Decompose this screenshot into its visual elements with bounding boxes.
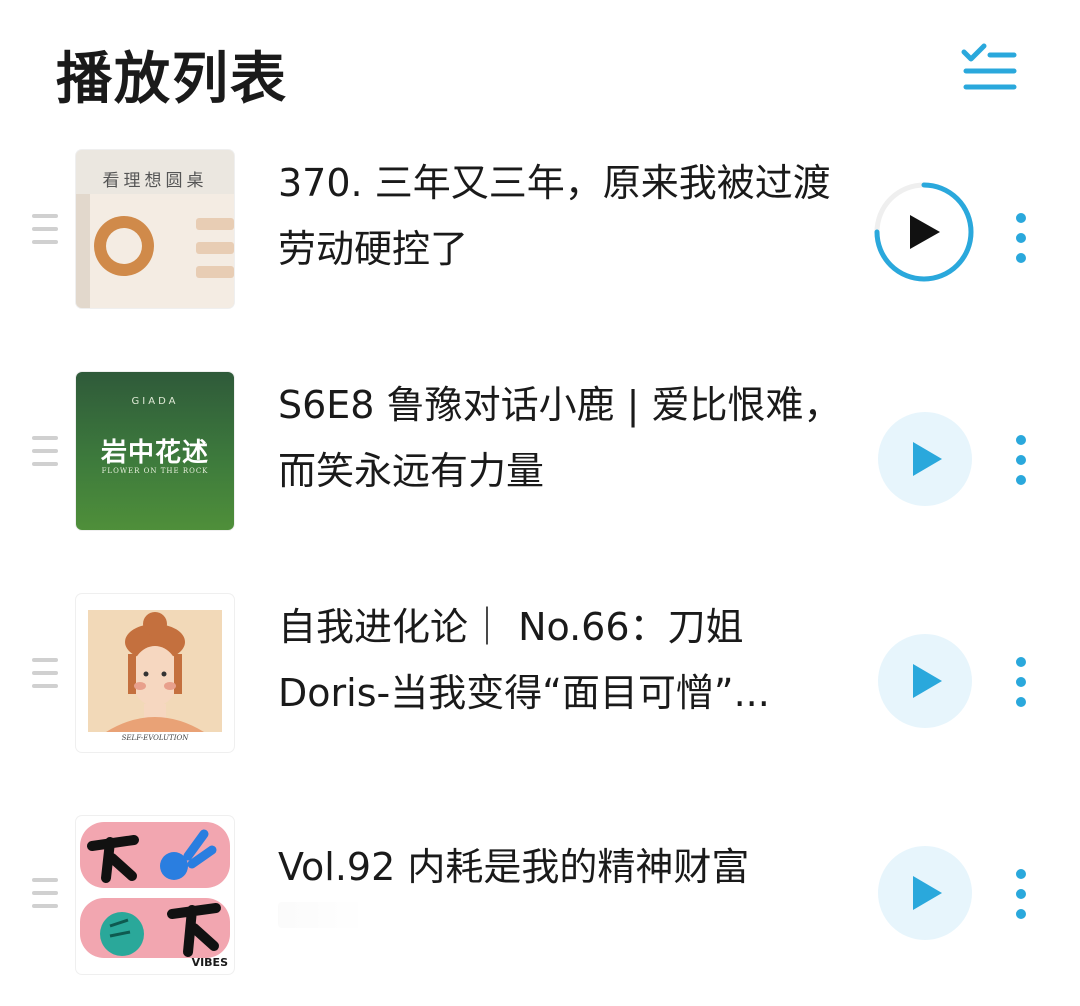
play-button[interactable] [878, 634, 972, 728]
cover-caption: SELF-EVOLUTION [121, 734, 189, 742]
podcast-cover: 看理想圆桌 [76, 150, 234, 308]
play-button[interactable] [878, 412, 972, 506]
more-icon[interactable] [1008, 654, 1034, 710]
checklist-icon[interactable] [958, 40, 1020, 94]
more-icon[interactable] [1008, 866, 1034, 922]
play-button[interactable] [878, 846, 972, 940]
episode-title[interactable]: 自我进化论｜ No.66：刀姐Doris-当我变得“面目可憎”... [278, 594, 848, 726]
cover-subtitle: FLOWER ON THE ROCK [101, 467, 209, 475]
episode-title[interactable]: 370. 三年又三年，原来我被过渡劳动硬控了 [278, 150, 848, 282]
cover-caption: VIBES [191, 956, 228, 969]
playlist-item[interactable]: 看理想圆桌 370. 三年又三年，原来我被过渡劳动硬控了 [0, 140, 1080, 340]
drag-handle-icon[interactable] [32, 876, 58, 910]
title-fade [278, 902, 368, 928]
episode-title[interactable]: Vol.92 内耗是我的精神财富 [278, 834, 848, 900]
drag-handle-icon[interactable] [32, 656, 58, 690]
podcast-cover: SELF-EVOLUTION [76, 594, 234, 752]
episode-title[interactable]: S6E8 鲁豫对话小鹿 | 爱比恨难，而笑永远有力量 [278, 372, 848, 504]
header: 播放列表 [0, 0, 1080, 130]
cover-brand: GIADA [131, 396, 179, 407]
drag-handle-icon[interactable] [32, 212, 58, 246]
playlist-item[interactable]: SELF-EVOLUTION 自我进化论｜ No.66：刀姐Doris-当我变得… [0, 584, 1080, 784]
podcast-cover: VIBES [76, 816, 234, 974]
podcast-cover: GIADA 岩中花述 FLOWER ON THE ROCK [76, 372, 234, 530]
cover-title: 岩中花述 [100, 438, 209, 468]
playlist-item[interactable]: GIADA 岩中花述 FLOWER ON THE ROCK S6E8 鲁豫对话小… [0, 362, 1080, 562]
playlist-item[interactable]: VIBES Vol.92 内耗是我的精神财富 [0, 806, 1080, 1006]
cover-text: 看理想圆桌 [102, 171, 208, 191]
drag-handle-icon[interactable] [32, 434, 58, 468]
page-title: 播放列表 [56, 47, 288, 112]
more-icon[interactable] [1008, 210, 1034, 266]
pause-button[interactable] [874, 182, 974, 282]
more-icon[interactable] [1008, 432, 1034, 488]
